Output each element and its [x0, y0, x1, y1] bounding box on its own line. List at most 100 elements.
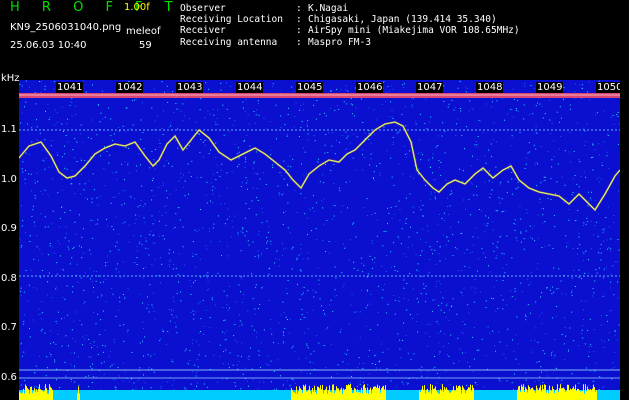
meteor-burst [428, 392, 429, 400]
meteor-burst [341, 387, 342, 400]
meteor-burst [436, 390, 437, 400]
info-value: Maspro FM-3 [308, 36, 371, 48]
meteor-burst [449, 392, 450, 400]
meteor-burst [426, 389, 427, 400]
meteor-burst [31, 386, 32, 400]
meteor-burst [520, 391, 521, 400]
x-tick-label: 1044 [236, 82, 264, 93]
meteor-burst [568, 384, 569, 400]
meteor-burst [569, 390, 570, 400]
meteor-burst [364, 384, 365, 400]
meteor-burst [20, 392, 21, 400]
app-version: 1.00f [124, 2, 150, 13]
meteor-burst [579, 390, 580, 400]
meteor-burst [295, 393, 296, 400]
meteor-burst [562, 388, 563, 400]
meteor-burst [424, 385, 425, 400]
meteor-burst [551, 390, 552, 400]
meteor-burst [383, 385, 384, 400]
meteor-burst [324, 390, 325, 400]
meteor-burst [321, 389, 322, 400]
header-panel: H R O F F T 1.00f KN9_2506031040.png mel… [0, 0, 629, 84]
meteor-burst [332, 384, 333, 400]
x-tick-label: 1041 [56, 82, 84, 93]
meteor-burst [532, 387, 533, 400]
meteor-burst [336, 386, 337, 400]
meteor-burst [48, 393, 49, 400]
meteor-burst [434, 388, 435, 400]
meteor-burst [462, 385, 463, 400]
meteor-burst [420, 392, 421, 400]
meteor-burst [545, 385, 546, 400]
meteor-burst [422, 385, 423, 400]
meteor-burst [294, 392, 295, 400]
meteor-burst [526, 388, 527, 400]
meteor-burst [553, 389, 554, 400]
y-tick-label: 0.7 [1, 322, 17, 333]
meteor-burst [38, 388, 39, 400]
meteor-burst [533, 389, 534, 400]
meteor-burst [347, 385, 348, 400]
meteor-burst [584, 393, 585, 400]
meteor-burst [333, 384, 334, 400]
meteor-burst [367, 387, 368, 400]
meteor-burst [365, 388, 366, 400]
meteor-burst [334, 393, 335, 400]
meteor-burst [522, 386, 523, 400]
meteor-burst [377, 384, 378, 400]
info-key: Receiving antenna [180, 36, 278, 48]
meteor-burst [547, 389, 548, 400]
meteor-burst [327, 393, 328, 400]
meteor-burst [431, 393, 432, 400]
meteor-burst [296, 386, 297, 400]
meteor-burst [534, 391, 535, 400]
meteor-burst [459, 385, 460, 400]
x-tick-label: 1045 [296, 82, 324, 93]
meteor-burst [41, 390, 42, 400]
x-tick-label: 1048 [476, 82, 504, 93]
meteor-burst [309, 385, 310, 400]
meteor-burst [580, 391, 581, 400]
meteor-burst [376, 387, 377, 400]
meteor-burst [441, 391, 442, 400]
info-value: AirSpy mini (Miakejima VOR 108.65MHz) [308, 25, 520, 37]
info-value: Chigasaki, Japan (139.414 35.340) [308, 14, 497, 26]
meteor-burst [77, 393, 78, 400]
meteor-burst [357, 389, 358, 400]
spectrogram-plot[interactable]: 1041 1042 1043 1044 1045 1046 1047 1048 … [19, 80, 620, 400]
meteor-burst [315, 392, 316, 400]
meteor-burst [565, 392, 566, 400]
x-tick-label: 1049 [536, 82, 564, 93]
meteor-burst [314, 385, 315, 400]
meteor-burst [43, 392, 44, 400]
meteor-burst [554, 393, 555, 400]
meteor-burst [576, 390, 577, 400]
meteor-burst [471, 390, 472, 400]
meteor-burst [362, 393, 363, 400]
meteor-burst [564, 388, 565, 400]
meteor-burst [468, 387, 469, 400]
info-key: Receiver [180, 25, 226, 37]
meteor-burst [427, 388, 428, 400]
y-tick-label: 1.1 [1, 124, 17, 135]
meteor-burst [583, 384, 584, 400]
meteor-burst [339, 391, 340, 400]
meteor-burst [34, 388, 35, 400]
meteor-burst [307, 391, 308, 400]
meteor-burst [539, 387, 540, 400]
y-tick-label: 0.9 [1, 223, 17, 234]
meteor-burst [42, 390, 43, 400]
noise-layer [19, 80, 620, 400]
meteor-burst [581, 391, 582, 400]
meteor-burst [46, 388, 47, 400]
meteor-burst [322, 384, 323, 400]
meteor-burst [571, 389, 572, 400]
meteor-burst [329, 385, 330, 400]
meteor-burst [461, 393, 462, 400]
meteor-burst [530, 389, 531, 400]
meteor-burst [371, 393, 372, 400]
meteor-burst [368, 394, 369, 400]
meteor-burst [448, 390, 449, 400]
meteor-burst [541, 391, 542, 400]
x-tick-label: 1050 [596, 82, 620, 93]
